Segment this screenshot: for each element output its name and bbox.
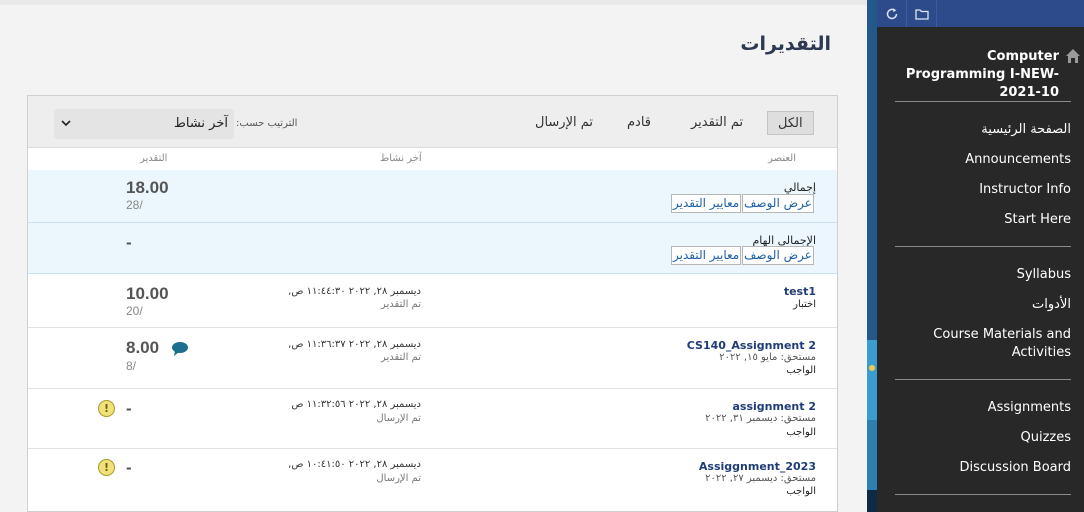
top-strip [0,0,867,5]
menu-item-course-materials[interactable]: Course Materials and Activities [931,326,1071,362]
sort-select-value: آخر نشاط [173,116,228,131]
activity-status: تم التقدير [380,352,421,363]
item-name: إجمالي [783,181,816,194]
comment-icon[interactable] [171,341,189,357]
grade-out-of: 8/ [126,359,137,373]
course-menu-toolbar [877,0,1084,27]
folder-icon[interactable] [907,0,937,27]
exclamation-icon: ! [98,459,115,476]
view-description-button[interactable]: عرض الوصف [742,246,814,265]
activity-status: تم التقدير [380,299,421,310]
item-link[interactable]: assignment 2 [733,400,817,413]
activity-status: تم الإرسال [376,473,421,484]
home-icon[interactable] [1065,48,1081,64]
menu-divider [895,246,1071,247]
item-due-date: مستحق: ديسمبر ٢٧, ٢٠٢٢ [705,473,816,484]
course-title[interactable]: Computer Programming I-NEW-2021-10 [887,48,1059,102]
filter-toolbar: الكل تم التقدير قادم تم الإرسال الترتيب … [28,96,837,148]
menu-item-assignments[interactable]: Assignments [891,399,1071,417]
grade-value: - [126,458,132,477]
table-row: CS140_Assignment 2 مستحق: مايو ١٥, ٢٠٢٢ … [28,328,837,389]
chevron-down-icon [61,109,71,139]
menu-item-discussion-board[interactable]: Discussion Board [891,459,1071,477]
grade-out-of: 28/ [126,198,143,212]
item-link[interactable]: Assiggnment_2023 [699,460,816,473]
last-activity-date: ديسمبر ٢٨, ٢٠٢٢ ١١:٣٦:٣٧ ص, [288,339,421,350]
table-row: الإجمالي الهام عرض الوصف معايير التقدير … [28,223,837,274]
sort-select[interactable]: آخر نشاط [54,109,234,139]
last-activity-date: ديسمبر ٢٨, ٢٠٢٢ ١١:٤٤:٣٠ ص, [288,286,421,297]
toolbar-fill [937,0,1084,27]
filter-upcoming-button[interactable]: قادم [617,111,661,135]
background-image-strip [867,0,877,512]
menu-divider [895,379,1071,380]
item-type: اختبار [793,299,816,310]
refresh-icon[interactable] [877,0,907,27]
menu-item-quizzes[interactable]: Quizzes [891,429,1071,447]
course-menu: Computer Programming I-NEW-2021-10 الصفح… [877,0,1084,512]
menu-item-start-here[interactable]: Start Here [891,211,1071,229]
grade-out-of: 20/ [126,304,143,318]
view-description-button[interactable]: عرض الوصف [742,194,814,213]
item-due-date: مستحق: مايو ١٥, ٢٠٢٢ [719,352,816,363]
column-item: العنصر [768,153,796,164]
item-link[interactable]: test1 [784,285,816,298]
activity-status: تم الإرسال [376,413,421,424]
last-activity-date: ديسمبر ٢٨, ٢٠٢٢ ١٠:٤١:٥٠ ص, [288,459,421,470]
column-header: العنصر آخر نشاط التقدير [58,148,806,170]
rubric-button[interactable]: معايير التقدير [671,194,742,213]
menu-item-announcements[interactable]: Announcements [891,151,1071,169]
item-due-date: مستحق: ديسمبر ٣١, ٢٠٢٢ [705,413,816,424]
grade-value: 8.00 [126,338,160,357]
last-activity-date: ديسمبر ٢٨, ٢٠٢٢ ١١:٣٢:٥٦ ص [291,399,421,410]
item-type: الواجب [786,486,816,497]
filter-graded-button[interactable]: تم التقدير [681,111,753,135]
menu-item-tools[interactable]: الأدوات [891,296,1071,314]
item-type: الواجب [786,365,816,376]
table-row: إجمالي عرض الوصف معايير التقدير 18.00 28… [28,170,837,223]
grade-value: - [126,233,132,252]
main-content: التقديرات الكل تم التقدير قادم تم الإرسا… [0,0,867,512]
menu-item-home-page[interactable]: الصفحة الرئيسية [891,121,1071,139]
page-title: التقديرات [740,33,831,55]
page: التقديرات الكل تم التقدير قادم تم الإرسا… [0,0,1084,512]
item-link[interactable]: CS140_Assignment 2 [687,339,816,352]
menu-item-instructor-info[interactable]: Instructor Info [891,181,1071,199]
grade-value: - [126,399,132,418]
menu-item-syllabus[interactable]: Syllabus [891,266,1071,284]
filter-submitted-button[interactable]: تم الإرسال [525,111,603,135]
table-row: Assiggnment_2023 مستحق: ديسمبر ٢٧, ٢٠٢٢ … [28,449,837,512]
item-type: الواجب [786,427,816,438]
filter-all-button[interactable]: الكل [767,111,814,135]
table-row: assignment 2 مستحق: ديسمبر ٣١, ٢٠٢٢ الوا… [28,389,837,449]
rubric-button[interactable]: معايير التقدير [671,246,742,265]
grade-value: 18.00 [126,178,169,197]
column-last-activity: آخر نشاط [380,153,422,164]
table-row: test1 اختبار ديسمبر ٢٨, ٢٠٢٢ ١١:٤٤:٣٠ ص,… [28,274,837,328]
sort-label: الترتيب حسب: [236,118,298,129]
menu-divider [895,494,1071,495]
grade-value: 10.00 [126,284,169,303]
grades-panel: الكل تم التقدير قادم تم الإرسال الترتيب … [27,95,838,512]
exclamation-icon: ! [98,400,115,417]
menu-divider [895,101,1071,102]
column-grade: التقدير [140,153,168,164]
